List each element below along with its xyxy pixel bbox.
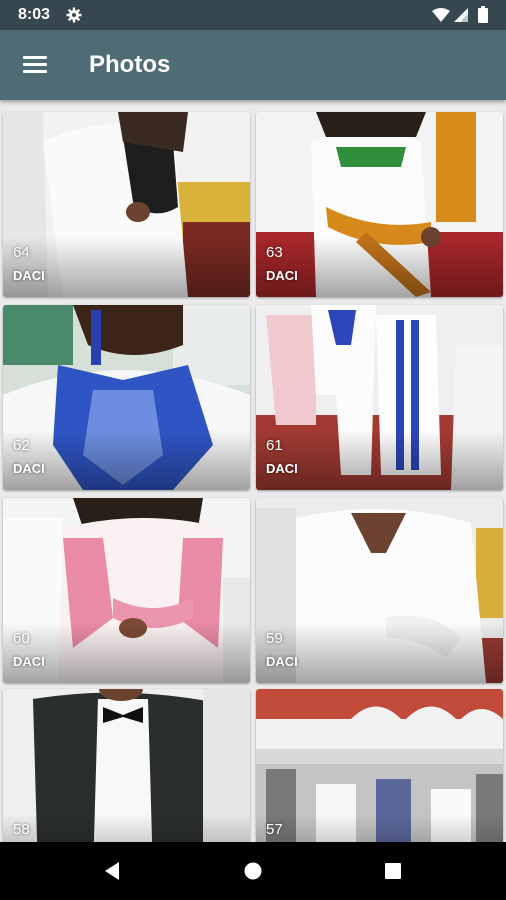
photo-caption: DACI — [13, 268, 45, 283]
status-time: 8:03 — [18, 6, 51, 23]
photo-grid: 64 DACI 63 DACI 62 DACI 61 DACI 60 DACI … — [0, 110, 506, 842]
back-icon[interactable] — [98, 856, 128, 886]
photo-tile[interactable]: 62 DACI — [3, 305, 250, 490]
photo-caption: DACI — [266, 654, 298, 669]
photo-tile[interactable]: 63 DACI — [256, 112, 503, 297]
photo-number: 58 — [13, 821, 30, 838]
photo-number: 61 — [266, 437, 283, 454]
status-bar: 8:03 — [0, 0, 506, 30]
photo-tile[interactable]: 57 — [256, 689, 503, 842]
photo-caption: DACI — [266, 461, 298, 476]
battery-icon — [478, 6, 488, 23]
photo-tile[interactable]: 64 DACI — [3, 112, 250, 297]
photo-number: 63 — [266, 244, 283, 261]
navigation-bar — [0, 842, 506, 900]
wifi-icon — [432, 8, 450, 22]
photo-caption: DACI — [13, 461, 45, 476]
photo-tile[interactable]: 59 DACI — [256, 498, 503, 683]
hamburger-menu-icon[interactable] — [18, 50, 52, 80]
photo-caption: DACI — [13, 654, 45, 669]
page-title: Photos — [89, 51, 171, 78]
photo-caption: DACI — [266, 268, 298, 283]
signal-icon — [454, 8, 468, 22]
photo-number: 57 — [266, 821, 283, 838]
photo-tile[interactable]: 60 DACI — [3, 498, 250, 683]
photo-tile[interactable]: 61 DACI — [256, 305, 503, 490]
photo-number: 62 — [13, 437, 30, 454]
photo-number: 59 — [266, 630, 283, 647]
app-bar: Photos — [0, 30, 506, 100]
photo-number: 60 — [13, 630, 30, 647]
gear-icon — [66, 7, 82, 23]
photo-tile[interactable]: 58 — [3, 689, 250, 842]
photo-number: 64 — [13, 244, 30, 261]
recents-icon[interactable] — [378, 856, 408, 886]
home-icon[interactable] — [238, 856, 268, 886]
